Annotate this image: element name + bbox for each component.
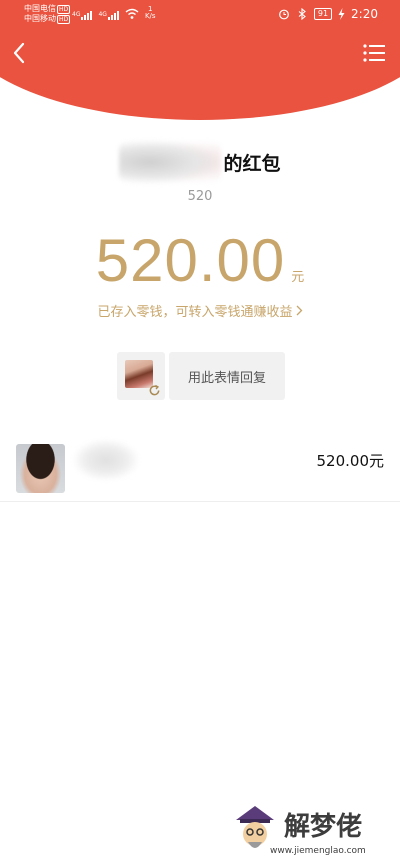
- network-speed: 1 K/s: [144, 5, 156, 20]
- records-menu-button[interactable]: [362, 42, 386, 64]
- status-right: 91 2:20: [278, 7, 378, 21]
- amount-unit: 元: [291, 270, 305, 285]
- chevron-left-icon: [13, 42, 25, 64]
- bluetooth-icon: [298, 8, 306, 20]
- packet-title: 的红包: [223, 152, 281, 175]
- amount-row: 520.00 元: [0, 226, 400, 295]
- blurred-sender-name: [119, 140, 222, 184]
- saved-note-text: 已存入零钱，可转入零钱通赚收益: [97, 305, 293, 320]
- watermark-name: 解梦佬: [284, 812, 363, 842]
- receipt-record-row[interactable]: 520.00元: [0, 436, 400, 502]
- sticker-thumbnail[interactable]: [117, 352, 165, 400]
- watermark: 解梦佬 www.jiemenglao.com: [230, 802, 390, 862]
- list-menu-icon: [363, 44, 385, 62]
- reply-with-sticker-button[interactable]: 用此表情回复: [169, 352, 285, 400]
- refresh-icon[interactable]: [148, 384, 161, 397]
- charging-icon: [338, 8, 345, 20]
- avatar: [16, 444, 65, 493]
- watermark-url: www.jiemenglao.com: [270, 846, 366, 856]
- carrier-2: 中国移动 HD: [24, 14, 71, 24]
- wifi-icon: [125, 8, 139, 19]
- signal-indicators: 4G 4G 1 K/s: [72, 6, 156, 20]
- signal-2-icon: 4G: [98, 11, 119, 20]
- carrier-1: 中国电信 HD: [24, 4, 71, 14]
- chevron-right-icon: [296, 305, 302, 316]
- back-button[interactable]: [6, 40, 32, 66]
- battery-icon: 91: [313, 8, 333, 20]
- clock: 2:20: [351, 7, 378, 21]
- sender-title: 的红包: [0, 140, 400, 184]
- saved-to-change-link[interactable]: 已存入零钱，可转入零钱通赚收益: [0, 301, 400, 320]
- packet-greeting: 520: [187, 189, 213, 204]
- blurred-receiver-name: [74, 440, 138, 480]
- record-amount: 520.00元: [316, 452, 385, 470]
- status-bar: 中国电信 HD 中国移动 HD 4G 4G 1 K/s 91 2:20: [0, 0, 400, 28]
- received-amount: 520.00: [95, 227, 286, 294]
- alarm-icon: [278, 9, 289, 20]
- header: 中国电信 HD 中国移动 HD 4G 4G 1 K/s 91 2:20: [0, 0, 400, 124]
- signal-1-icon: 4G: [72, 11, 93, 20]
